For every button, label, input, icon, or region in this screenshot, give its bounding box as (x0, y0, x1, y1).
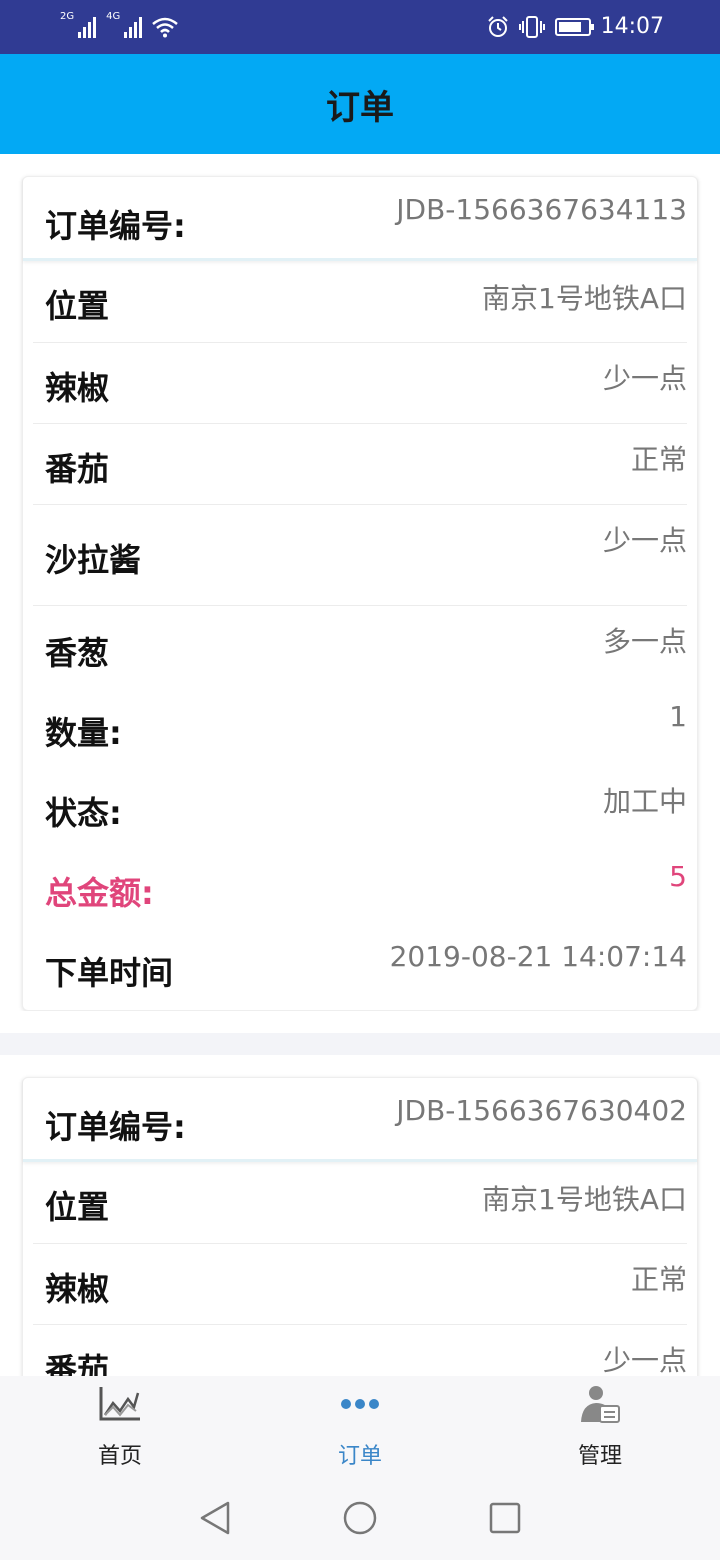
order-row-quantity: 数量: 1 (33, 686, 687, 766)
signal-2g-icon: 2G (60, 11, 97, 38)
nav-item-manage[interactable]: 管理 (480, 1376, 720, 1476)
order-card[interactable]: 订单编号: JDB-1566367634113 位置 南京1号地铁A口 辣椒 少… (22, 176, 698, 1011)
nav-item-home[interactable]: 首页 (0, 1376, 240, 1476)
chart-icon (98, 1384, 142, 1424)
order-row-chili: 辣椒 正常 (33, 1244, 687, 1325)
home-icon[interactable] (342, 1500, 378, 1536)
order-row-total-amount: 总金额: 5 (33, 846, 687, 926)
row-label: 位置 (45, 1188, 110, 1226)
row-value: 5 (669, 860, 687, 893)
more-dots-icon (338, 1384, 382, 1424)
order-list[interactable]: 订单编号: JDB-1566367634113 位置 南京1号地铁A口 辣椒 少… (0, 154, 720, 1376)
row-label: 状态: (45, 794, 122, 832)
back-icon[interactable] (198, 1500, 232, 1536)
nav-label: 管理 (577, 1444, 622, 1469)
system-nav-bar (0, 1476, 720, 1560)
row-value: 南京1号地铁A口 (482, 282, 687, 315)
row-label: 辣椒 (45, 369, 110, 407)
row-label: 香葱 (45, 634, 110, 672)
status-bar: 2G 4G 14:07 (0, 0, 720, 54)
nav-item-orders[interactable]: 订单 (240, 1376, 480, 1476)
row-label: 位置 (45, 287, 110, 325)
row-label: 番茄 (45, 450, 110, 488)
row-value: 加工中 (602, 785, 687, 818)
battery-icon (554, 17, 594, 36)
wifi-icon (152, 16, 179, 38)
order-number-label: 订单编号: (45, 207, 186, 245)
page-title: 订单 (326, 87, 394, 128)
signal-4g-icon: 4G (106, 11, 143, 38)
network-type-1: 2G (60, 11, 75, 22)
row-label: 辣椒 (45, 1270, 110, 1308)
status-time: 14:07 (600, 14, 664, 39)
row-value: 正常 (630, 443, 687, 476)
row-label: 下单时间 (45, 954, 174, 992)
order-number-value: JDB-1566367634113 (396, 193, 687, 226)
card-separator (0, 1033, 720, 1055)
row-value: 少一点 (602, 362, 687, 395)
order-row-order-time: 下单时间 2019-08-21 14:07:14 (33, 926, 687, 1010)
app-bar: 订单 (0, 54, 720, 154)
row-value: 正常 (630, 1263, 687, 1296)
vibrate-icon (518, 15, 545, 38)
row-label: 总金额: (45, 874, 154, 912)
manager-icon (578, 1384, 622, 1424)
row-label: 番茄 (45, 1351, 110, 1376)
status-right: 14:07 (487, 14, 664, 39)
status-left: 2G 4G (60, 11, 179, 38)
bottom-nav: 首页 订单 管理 (0, 1376, 720, 1476)
order-row-location: 位置 南京1号地铁A口 (33, 1162, 687, 1244)
order-card[interactable]: 订单编号: JDB-1566367630402 位置 南京1号地铁A口 辣椒 正… (22, 1077, 698, 1376)
recents-icon[interactable] (488, 1501, 522, 1535)
order-row-salad-sauce: 沙拉酱 少一点 (33, 505, 687, 606)
order-number-row: 订单编号: JDB-1566367630402 (23, 1078, 697, 1162)
row-value: 多一点 (602, 625, 687, 658)
order-number-value: JDB-1566367630402 (396, 1094, 687, 1127)
order-row-tomato: 番茄 少一点 (33, 1325, 687, 1376)
row-value: 少一点 (602, 524, 687, 557)
row-label: 沙拉酱 (45, 541, 142, 579)
order-row-location: 位置 南京1号地铁A口 (33, 261, 687, 343)
row-value: 2019-08-21 14:07:14 (389, 940, 687, 973)
order-row-scallion: 香葱 多一点 (33, 606, 687, 686)
row-value: 南京1号地铁A口 (482, 1183, 687, 1216)
alarm-icon (487, 15, 508, 37)
order-row-tomato: 番茄 正常 (33, 424, 687, 505)
network-type-2: 4G (106, 11, 121, 22)
order-row-chili: 辣椒 少一点 (33, 343, 687, 424)
nav-label: 首页 (97, 1444, 142, 1469)
nav-label: 订单 (337, 1444, 382, 1469)
row-label: 数量: (45, 714, 122, 752)
row-value: 少一点 (602, 1344, 687, 1376)
order-row-status: 状态: 加工中 (33, 766, 687, 846)
order-number-row: 订单编号: JDB-1566367634113 (23, 177, 697, 261)
order-number-label: 订单编号: (45, 1108, 186, 1146)
row-value: 1 (669, 700, 687, 733)
